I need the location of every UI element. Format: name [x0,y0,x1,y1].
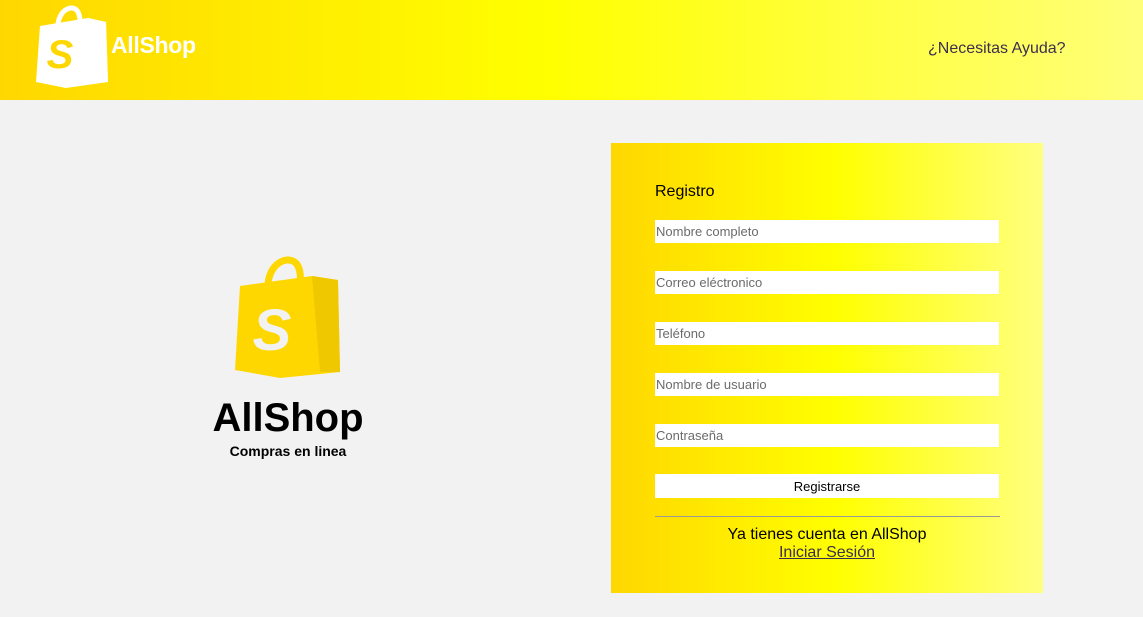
help-link[interactable]: ¿Necesitas Ayuda? [928,40,1066,58]
password-input[interactable] [655,424,999,447]
top-header: S AllShop ¿Necesitas Ayuda? [0,0,1143,100]
shopping-bag-s-icon: S [235,256,340,378]
full-name-input[interactable] [655,220,999,243]
login-link[interactable]: Iniciar Sesión [611,544,1043,562]
hero-title: AllShop [212,396,364,440]
register-button[interactable]: Registrarse [655,474,999,498]
registration-form: Registro Registrarse Ya tienes cuenta en… [611,143,1043,593]
hero-branding: S AllShop Compras en linea [190,250,386,470]
shopping-bag-s-icon[interactable]: S [34,4,110,88]
divider [655,516,1000,517]
svg-text:S: S [47,33,74,77]
email-input[interactable] [655,271,999,294]
existing-account-text: Ya tienes cuenta en AllShop [727,526,927,543]
phone-input[interactable] [655,322,999,345]
hero-subtitle: Compras en linea [229,443,347,459]
username-input[interactable] [655,373,999,396]
header-brand-name[interactable]: AllShop [111,32,196,59]
form-title: Registro [655,183,715,200]
svg-text:S: S [253,298,292,363]
